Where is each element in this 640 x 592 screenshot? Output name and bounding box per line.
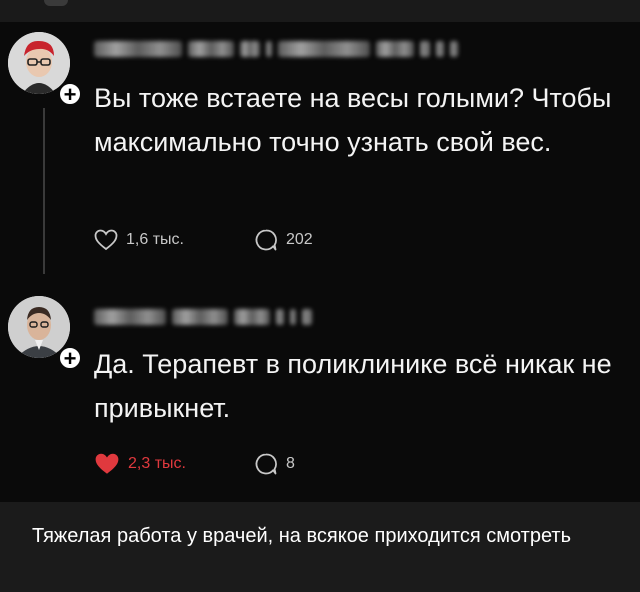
- username-redacted: [94, 306, 312, 328]
- thread-connector: [43, 108, 45, 274]
- post-text: Да. Терапевт в поликлинике всё никак не …: [94, 349, 612, 423]
- comment-icon: [255, 229, 277, 251]
- username-redacted: [94, 38, 458, 60]
- post-text: Вы тоже встаете на весы голыми? Чтобы ма…: [94, 83, 612, 157]
- previous-post-strip: [0, 0, 640, 22]
- comment-button[interactable]: 202: [254, 228, 313, 252]
- post-actions: 2,3 тыс. 8: [94, 452, 295, 476]
- comment-icon: [255, 453, 277, 475]
- post-actions: 1,6 тыс. 202: [94, 228, 313, 252]
- follow-plus-icon[interactable]: +: [58, 346, 82, 370]
- previous-avatar-fragment: [44, 0, 68, 6]
- post: + Да. Терапевт в поликлинике всё никак н…: [0, 284, 640, 502]
- like-count: 2,3 тыс.: [128, 455, 186, 472]
- heart-outline-icon: [94, 229, 118, 251]
- post: + Вы тоже встаете на весы голыми? Чтобы …: [0, 22, 640, 284]
- follow-plus-icon[interactable]: +: [58, 82, 82, 106]
- caption-text: Тяжелая работа у врачей, на всякое прихо…: [0, 502, 640, 592]
- like-button[interactable]: 2,3 тыс.: [94, 452, 254, 476]
- heart-filled-icon: [95, 453, 119, 474]
- like-button[interactable]: 1,6 тыс.: [94, 229, 254, 251]
- comment-count: 8: [286, 455, 295, 472]
- like-count: 1,6 тыс.: [126, 231, 184, 248]
- comment-button[interactable]: 8: [254, 452, 295, 476]
- comment-count: 202: [286, 231, 313, 248]
